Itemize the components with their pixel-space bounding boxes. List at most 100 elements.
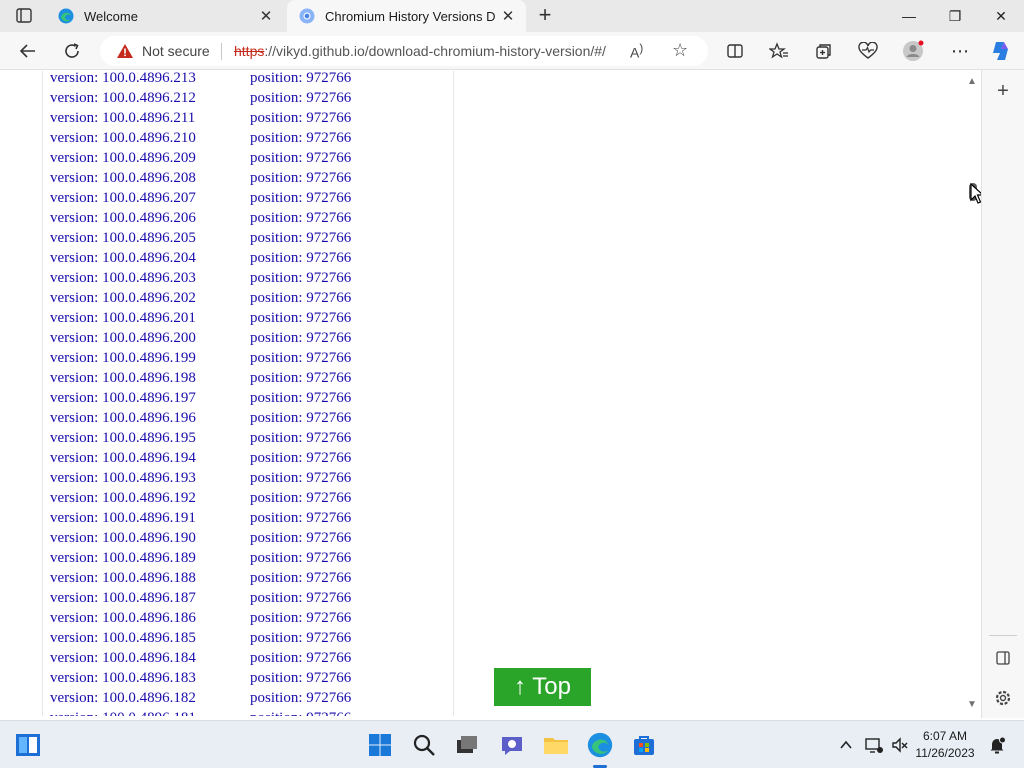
network-icon[interactable] <box>860 731 888 759</box>
position-link[interactable]: position: 972766 <box>250 410 351 427</box>
position-link[interactable]: position: 972766 <box>250 630 351 647</box>
file-explorer-icon[interactable] <box>542 731 570 759</box>
refresh-button[interactable] <box>61 40 83 62</box>
position-link[interactable]: position: 972766 <box>250 610 351 627</box>
sidebar-toggle-icon[interactable] <box>992 647 1014 669</box>
version-link[interactable]: version: 100.0.4896.205 <box>50 230 196 247</box>
position-link[interactable]: position: 972766 <box>250 450 351 467</box>
browser-essentials-icon[interactable] <box>857 40 879 62</box>
position-link[interactable]: position: 972766 <box>250 290 351 307</box>
version-link[interactable]: version: 100.0.4896.201 <box>50 310 196 327</box>
position-link[interactable]: position: 972766 <box>250 490 351 507</box>
position-link[interactable]: position: 972766 <box>250 590 351 607</box>
start-icon[interactable] <box>366 731 394 759</box>
version-link[interactable]: version: 100.0.4896.185 <box>50 630 196 647</box>
position-link[interactable]: position: 972766 <box>250 130 351 147</box>
scroll-up-icon[interactable]: ▲ <box>967 77 977 87</box>
version-link[interactable]: version: 100.0.4896.207 <box>50 190 196 207</box>
version-link[interactable]: version: 100.0.4896.210 <box>50 130 196 147</box>
position-link[interactable]: position: 972766 <box>250 250 351 267</box>
version-link[interactable]: version: 100.0.4896.202 <box>50 290 196 307</box>
teams-chat-icon[interactable] <box>498 731 526 759</box>
position-link[interactable]: position: 972766 <box>250 650 351 667</box>
minimize-button[interactable]: ― <box>886 0 932 32</box>
version-link[interactable]: version: 100.0.4896.181 <box>50 710 196 716</box>
notification-bell-icon[interactable] <box>983 731 1011 759</box>
split-screen-icon[interactable] <box>724 40 746 62</box>
position-link[interactable]: position: 972766 <box>250 670 351 687</box>
collections-icon[interactable] <box>813 40 835 62</box>
position-link[interactable]: position: 972766 <box>250 330 351 347</box>
version-link[interactable]: version: 100.0.4896.213 <box>50 71 196 87</box>
search-icon[interactable] <box>410 731 438 759</box>
task-view-icon[interactable] <box>453 731 481 759</box>
version-link[interactable]: version: 100.0.4896.204 <box>50 250 196 267</box>
copilot-icon[interactable] <box>990 40 1012 62</box>
position-link[interactable]: position: 972766 <box>250 430 351 447</box>
position-link[interactable]: position: 972766 <box>250 230 351 247</box>
version-link[interactable]: version: 100.0.4896.211 <box>50 110 195 127</box>
restore-button[interactable]: ❐ <box>932 0 978 32</box>
position-link[interactable]: position: 972766 <box>250 710 351 716</box>
position-link[interactable]: position: 972766 <box>250 150 351 167</box>
scroll-down-icon[interactable]: ▼ <box>967 700 977 710</box>
add-icon[interactable]: + <box>992 80 1014 102</box>
version-link[interactable]: version: 100.0.4896.209 <box>50 150 196 167</box>
version-link[interactable]: version: 100.0.4896.189 <box>50 550 196 567</box>
position-link[interactable]: position: 972766 <box>250 170 351 187</box>
clock[interactable]: 6:07 AM 11/26/2023 <box>912 728 978 762</box>
version-link[interactable]: version: 100.0.4896.190 <box>50 530 196 547</box>
chevron-up-icon[interactable] <box>832 731 860 759</box>
address-bar[interactable]: Not secure https://vikyd.github.io/downl… <box>100 36 708 66</box>
version-link[interactable]: version: 100.0.4896.196 <box>50 410 196 427</box>
position-link[interactable]: position: 972766 <box>250 570 351 587</box>
position-link[interactable]: position: 972766 <box>250 530 351 547</box>
position-link[interactable]: position: 972766 <box>250 510 351 527</box>
tab-actions-icon[interactable] <box>12 7 36 25</box>
top-button[interactable]: ↑ Top <box>494 668 591 706</box>
volume-muted-icon[interactable] <box>886 731 914 759</box>
version-link[interactable]: version: 100.0.4896.200 <box>50 330 196 347</box>
position-link[interactable]: position: 972766 <box>250 71 351 87</box>
position-link[interactable]: position: 972766 <box>250 310 351 327</box>
back-button[interactable] <box>17 40 39 62</box>
version-link[interactable]: version: 100.0.4896.195 <box>50 430 196 447</box>
position-link[interactable]: position: 972766 <box>250 690 351 707</box>
tab-chromium-history[interactable]: Chromium History Versions Download ✕ <box>287 0 526 32</box>
widgets-icon[interactable] <box>14 731 42 759</box>
window-close-button[interactable]: ✕ <box>978 0 1024 32</box>
close-icon[interactable]: ✕ <box>254 7 278 25</box>
position-link[interactable]: position: 972766 <box>250 390 351 407</box>
warning-icon[interactable] <box>116 43 134 59</box>
url-text[interactable]: https://vikyd.github.io/download-chromiu… <box>234 43 606 59</box>
position-link[interactable]: position: 972766 <box>250 550 351 567</box>
store-icon[interactable] <box>630 731 658 759</box>
favorites-icon[interactable] <box>768 40 790 62</box>
vertical-scrollbar[interactable]: ▲ ▼ <box>963 71 981 716</box>
position-link[interactable]: position: 972766 <box>250 110 351 127</box>
version-link[interactable]: version: 100.0.4896.192 <box>50 490 196 507</box>
edge-taskbar-icon[interactable] <box>586 731 614 759</box>
position-link[interactable]: position: 972766 <box>250 90 351 107</box>
tab-welcome[interactable]: Welcome ✕ <box>46 0 284 32</box>
version-link[interactable]: version: 100.0.4896.193 <box>50 470 196 487</box>
position-link[interactable]: position: 972766 <box>250 270 351 287</box>
version-link[interactable]: version: 100.0.4896.187 <box>50 590 196 607</box>
version-link[interactable]: version: 100.0.4896.183 <box>50 670 196 687</box>
version-link[interactable]: version: 100.0.4896.203 <box>50 270 196 287</box>
position-link[interactable]: position: 972766 <box>250 350 351 367</box>
more-options-icon[interactable]: ⋯ <box>949 40 971 62</box>
version-link[interactable]: version: 100.0.4896.186 <box>50 610 196 627</box>
new-tab-button[interactable]: + <box>534 4 556 28</box>
position-link[interactable]: position: 972766 <box>250 370 351 387</box>
profile-avatar[interactable] <box>902 40 924 62</box>
version-link[interactable]: version: 100.0.4896.199 <box>50 350 196 367</box>
star-icon[interactable]: ☆ <box>672 40 688 61</box>
position-link[interactable]: position: 972766 <box>250 470 351 487</box>
position-link[interactable]: position: 972766 <box>250 190 351 207</box>
version-link[interactable]: version: 100.0.4896.191 <box>50 510 196 527</box>
version-link[interactable]: version: 100.0.4896.198 <box>50 370 196 387</box>
position-link[interactable]: position: 972766 <box>250 210 351 227</box>
version-link[interactable]: version: 100.0.4896.194 <box>50 450 196 467</box>
version-link[interactable]: version: 100.0.4896.206 <box>50 210 196 227</box>
